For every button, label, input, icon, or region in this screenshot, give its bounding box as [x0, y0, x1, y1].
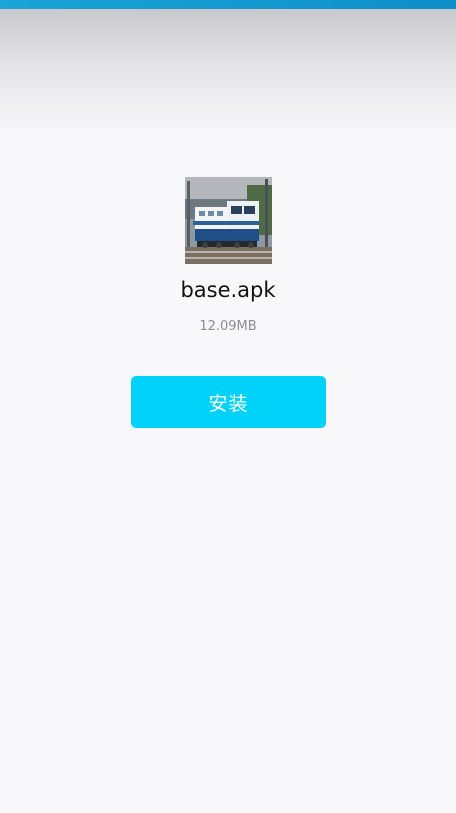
app-name: base.apk — [180, 278, 276, 302]
install-button[interactable]: 安装 — [131, 376, 326, 428]
status-bar — [0, 0, 456, 9]
locomotive-app-icon — [185, 177, 272, 264]
header-area — [0, 9, 456, 134]
app-size: 12.09MB — [199, 319, 257, 334]
